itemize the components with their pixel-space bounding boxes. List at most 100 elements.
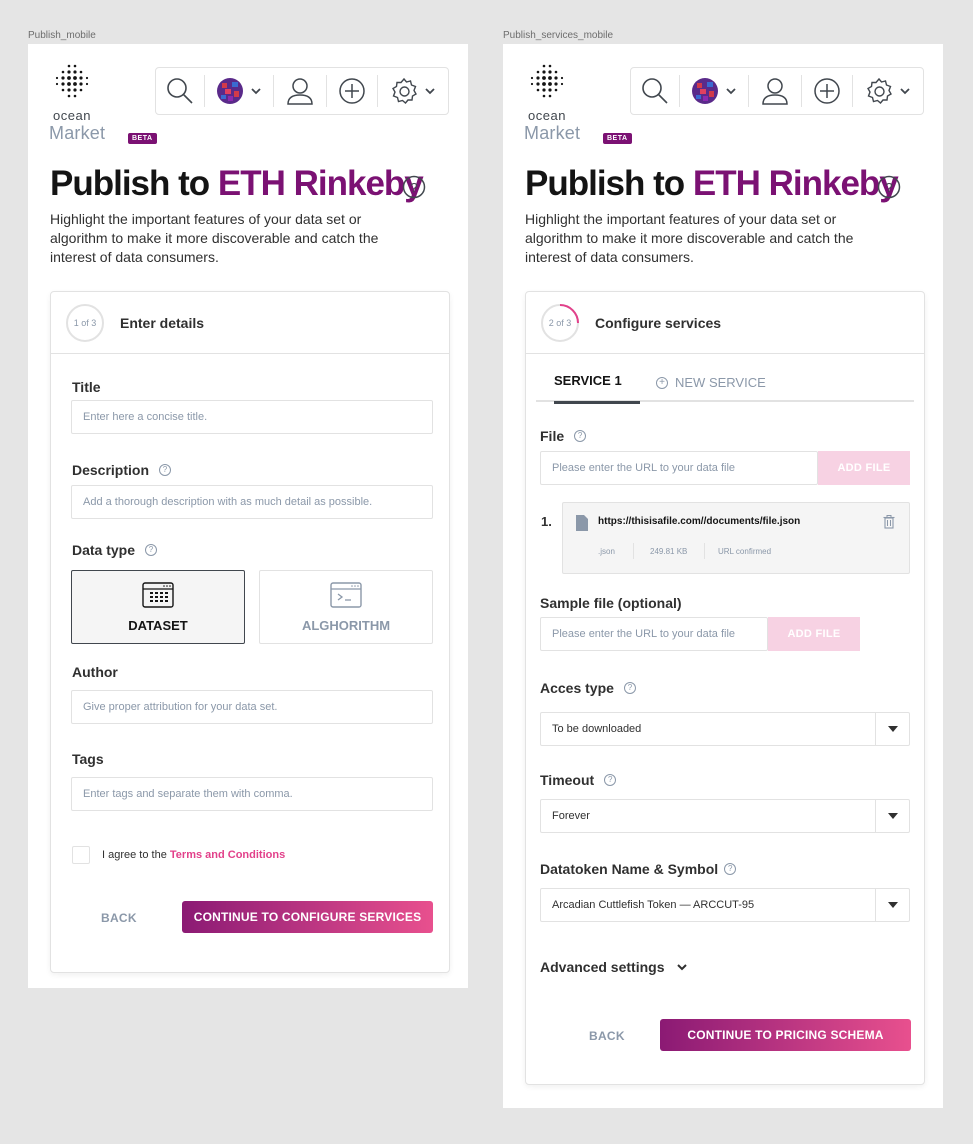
chevron-down-icon xyxy=(900,88,910,95)
description-input[interactable] xyxy=(71,485,433,519)
file-url-input[interactable] xyxy=(540,451,818,485)
caret-down-icon xyxy=(875,800,909,832)
file-url: https://thisisafile.com//documents/file.… xyxy=(598,516,801,527)
dataset-option-label: DATASET xyxy=(128,617,188,633)
svg-text:?: ? xyxy=(885,180,892,195)
ocean-market-logo[interactable]: ocean Market BETA xyxy=(49,64,157,144)
add-circle-icon xyxy=(814,78,840,104)
page-intro: Highlight the important features of your… xyxy=(525,211,854,265)
step-badge: 1 of 3 xyxy=(73,317,97,328)
author-label: Author xyxy=(72,664,118,680)
services-form-card: 2 of 3 Configure services SERVICE 1 + NEW… xyxy=(525,291,925,1085)
timeout-label: Timeout? xyxy=(540,772,617,788)
svg-text:?: ? xyxy=(410,180,417,195)
terms-checkbox[interactable] xyxy=(72,846,90,864)
network-avatar-icon xyxy=(692,78,718,104)
beta-badge: BETA xyxy=(128,133,157,144)
access-type-value: To be downloaded xyxy=(552,723,642,735)
add-sample-file-button[interactable]: ADD FILE xyxy=(768,617,860,651)
step-header: 2 of 3 Configure services xyxy=(526,292,924,354)
continue-configure-services-button[interactable]: CONTINUE TO CONFIGURE SERVICES xyxy=(182,901,433,933)
continue-pricing-schema-button[interactable]: CONTINUE TO PRICING SCHEMA xyxy=(660,1019,911,1051)
frame-label: Publish_services_mobile xyxy=(503,30,614,41)
tab-service-1[interactable]: SERVICE 1 xyxy=(554,364,640,404)
search-icon xyxy=(167,78,193,104)
help-icon[interactable]: ? xyxy=(402,175,426,199)
logo-ocean-text: ocean xyxy=(53,108,91,123)
logo-market-text: Market xyxy=(49,123,106,143)
add-file-button[interactable]: ADD FILE xyxy=(818,451,910,485)
help-icon[interactable]: ? xyxy=(574,430,587,442)
datatoken-value: Arcadian Cuttlefish Token — ARCCUT-95 xyxy=(552,899,755,911)
title-label: Title xyxy=(72,379,101,395)
profile-button[interactable] xyxy=(274,68,326,114)
tags-input[interactable] xyxy=(71,777,433,811)
page-intro: Highlight the important features of your… xyxy=(50,211,379,265)
datatoken-label: Datatoken Name & Symbol? xyxy=(540,861,737,877)
file-info-card: https://thisisafile.com//documents/file.… xyxy=(562,502,910,574)
chevron-down-icon xyxy=(251,88,261,95)
access-type-select[interactable]: To be downloaded xyxy=(540,712,910,746)
add-circle-icon xyxy=(339,78,365,104)
chevron-down-icon xyxy=(425,88,435,95)
network-avatar-icon xyxy=(217,78,243,104)
trash-icon[interactable] xyxy=(883,515,895,529)
tab-new-service[interactable]: + NEW SERVICE xyxy=(656,364,766,402)
datatype-dataset-option[interactable]: DATASET xyxy=(71,570,245,644)
publish-form-card: 1 of 3 Enter details Title Description? … xyxy=(50,291,450,973)
network-selector[interactable] xyxy=(680,68,748,114)
publish-details-frame: ocean Market BETA Publish to ETH Rinkeby… xyxy=(28,44,468,988)
datatoken-select[interactable]: Arcadian Cuttlefish Token — ARCCUT-95 xyxy=(540,888,910,922)
step-title: Enter details xyxy=(120,314,205,331)
search-button[interactable] xyxy=(631,68,679,114)
file-index: 1. xyxy=(541,514,552,529)
ocean-market-logo[interactable]: ocean Market BETA xyxy=(524,64,632,144)
datatype-algorithm-option[interactable]: ALGHORITHM xyxy=(259,570,433,644)
datatype-label: Data type? xyxy=(72,542,158,558)
description-label: Description? xyxy=(72,462,172,478)
terms-agreement: I agree to the Terms and Conditions xyxy=(102,849,286,861)
sample-file-input[interactable] xyxy=(540,617,768,651)
dataset-icon xyxy=(142,581,174,608)
frame-label: Publish_mobile xyxy=(28,30,96,41)
title-input[interactable] xyxy=(71,400,433,434)
profile-button[interactable] xyxy=(749,68,801,114)
back-button[interactable]: BACK xyxy=(101,911,137,925)
caret-down-icon xyxy=(875,889,909,921)
step-badge: 2 of 3 xyxy=(548,317,572,328)
caret-down-icon xyxy=(875,713,909,745)
step-title: Configure services xyxy=(595,314,722,331)
tags-label: Tags xyxy=(72,751,104,767)
settings-button[interactable] xyxy=(378,68,448,114)
search-icon xyxy=(642,78,668,104)
search-button[interactable] xyxy=(156,68,204,114)
help-icon[interactable]: ? xyxy=(623,682,636,694)
terms-link[interactable]: Terms and Conditions xyxy=(170,849,285,861)
help-icon[interactable]: ? xyxy=(724,863,737,875)
access-type-label: Acces type? xyxy=(540,680,636,696)
header-toolbar xyxy=(155,67,449,115)
publish-button[interactable] xyxy=(802,68,852,114)
timeout-value: Forever xyxy=(552,810,590,822)
help-icon[interactable]: ? xyxy=(159,464,172,476)
logo-market-text: Market xyxy=(524,123,581,143)
network-selector[interactable] xyxy=(205,68,273,114)
publish-button[interactable] xyxy=(327,68,377,114)
advanced-settings-toggle[interactable]: Advanced settings xyxy=(540,959,688,975)
settings-button[interactable] xyxy=(853,68,923,114)
step-progress-ring: 2 of 3 xyxy=(540,303,580,343)
publish-services-frame: ocean Market BETA Publish to ETH Rinkeby… xyxy=(503,44,943,1108)
chevron-down-icon xyxy=(726,88,736,95)
user-icon xyxy=(762,78,788,105)
timeout-select[interactable]: Forever xyxy=(540,799,910,833)
page-title: Publish to ETH Rinkeby xyxy=(50,164,424,203)
help-icon[interactable]: ? xyxy=(604,774,617,786)
help-icon[interactable]: ? xyxy=(877,175,901,199)
back-button[interactable]: BACK xyxy=(589,1029,625,1043)
algorithm-option-label: ALGHORITHM xyxy=(301,617,391,633)
author-input[interactable] xyxy=(71,690,433,724)
service-tabs: SERVICE 1 + NEW SERVICE xyxy=(536,364,914,404)
file-label: File? xyxy=(540,428,587,444)
help-icon[interactable]: ? xyxy=(145,544,158,556)
page-title: Publish to ETH Rinkeby xyxy=(525,164,899,203)
